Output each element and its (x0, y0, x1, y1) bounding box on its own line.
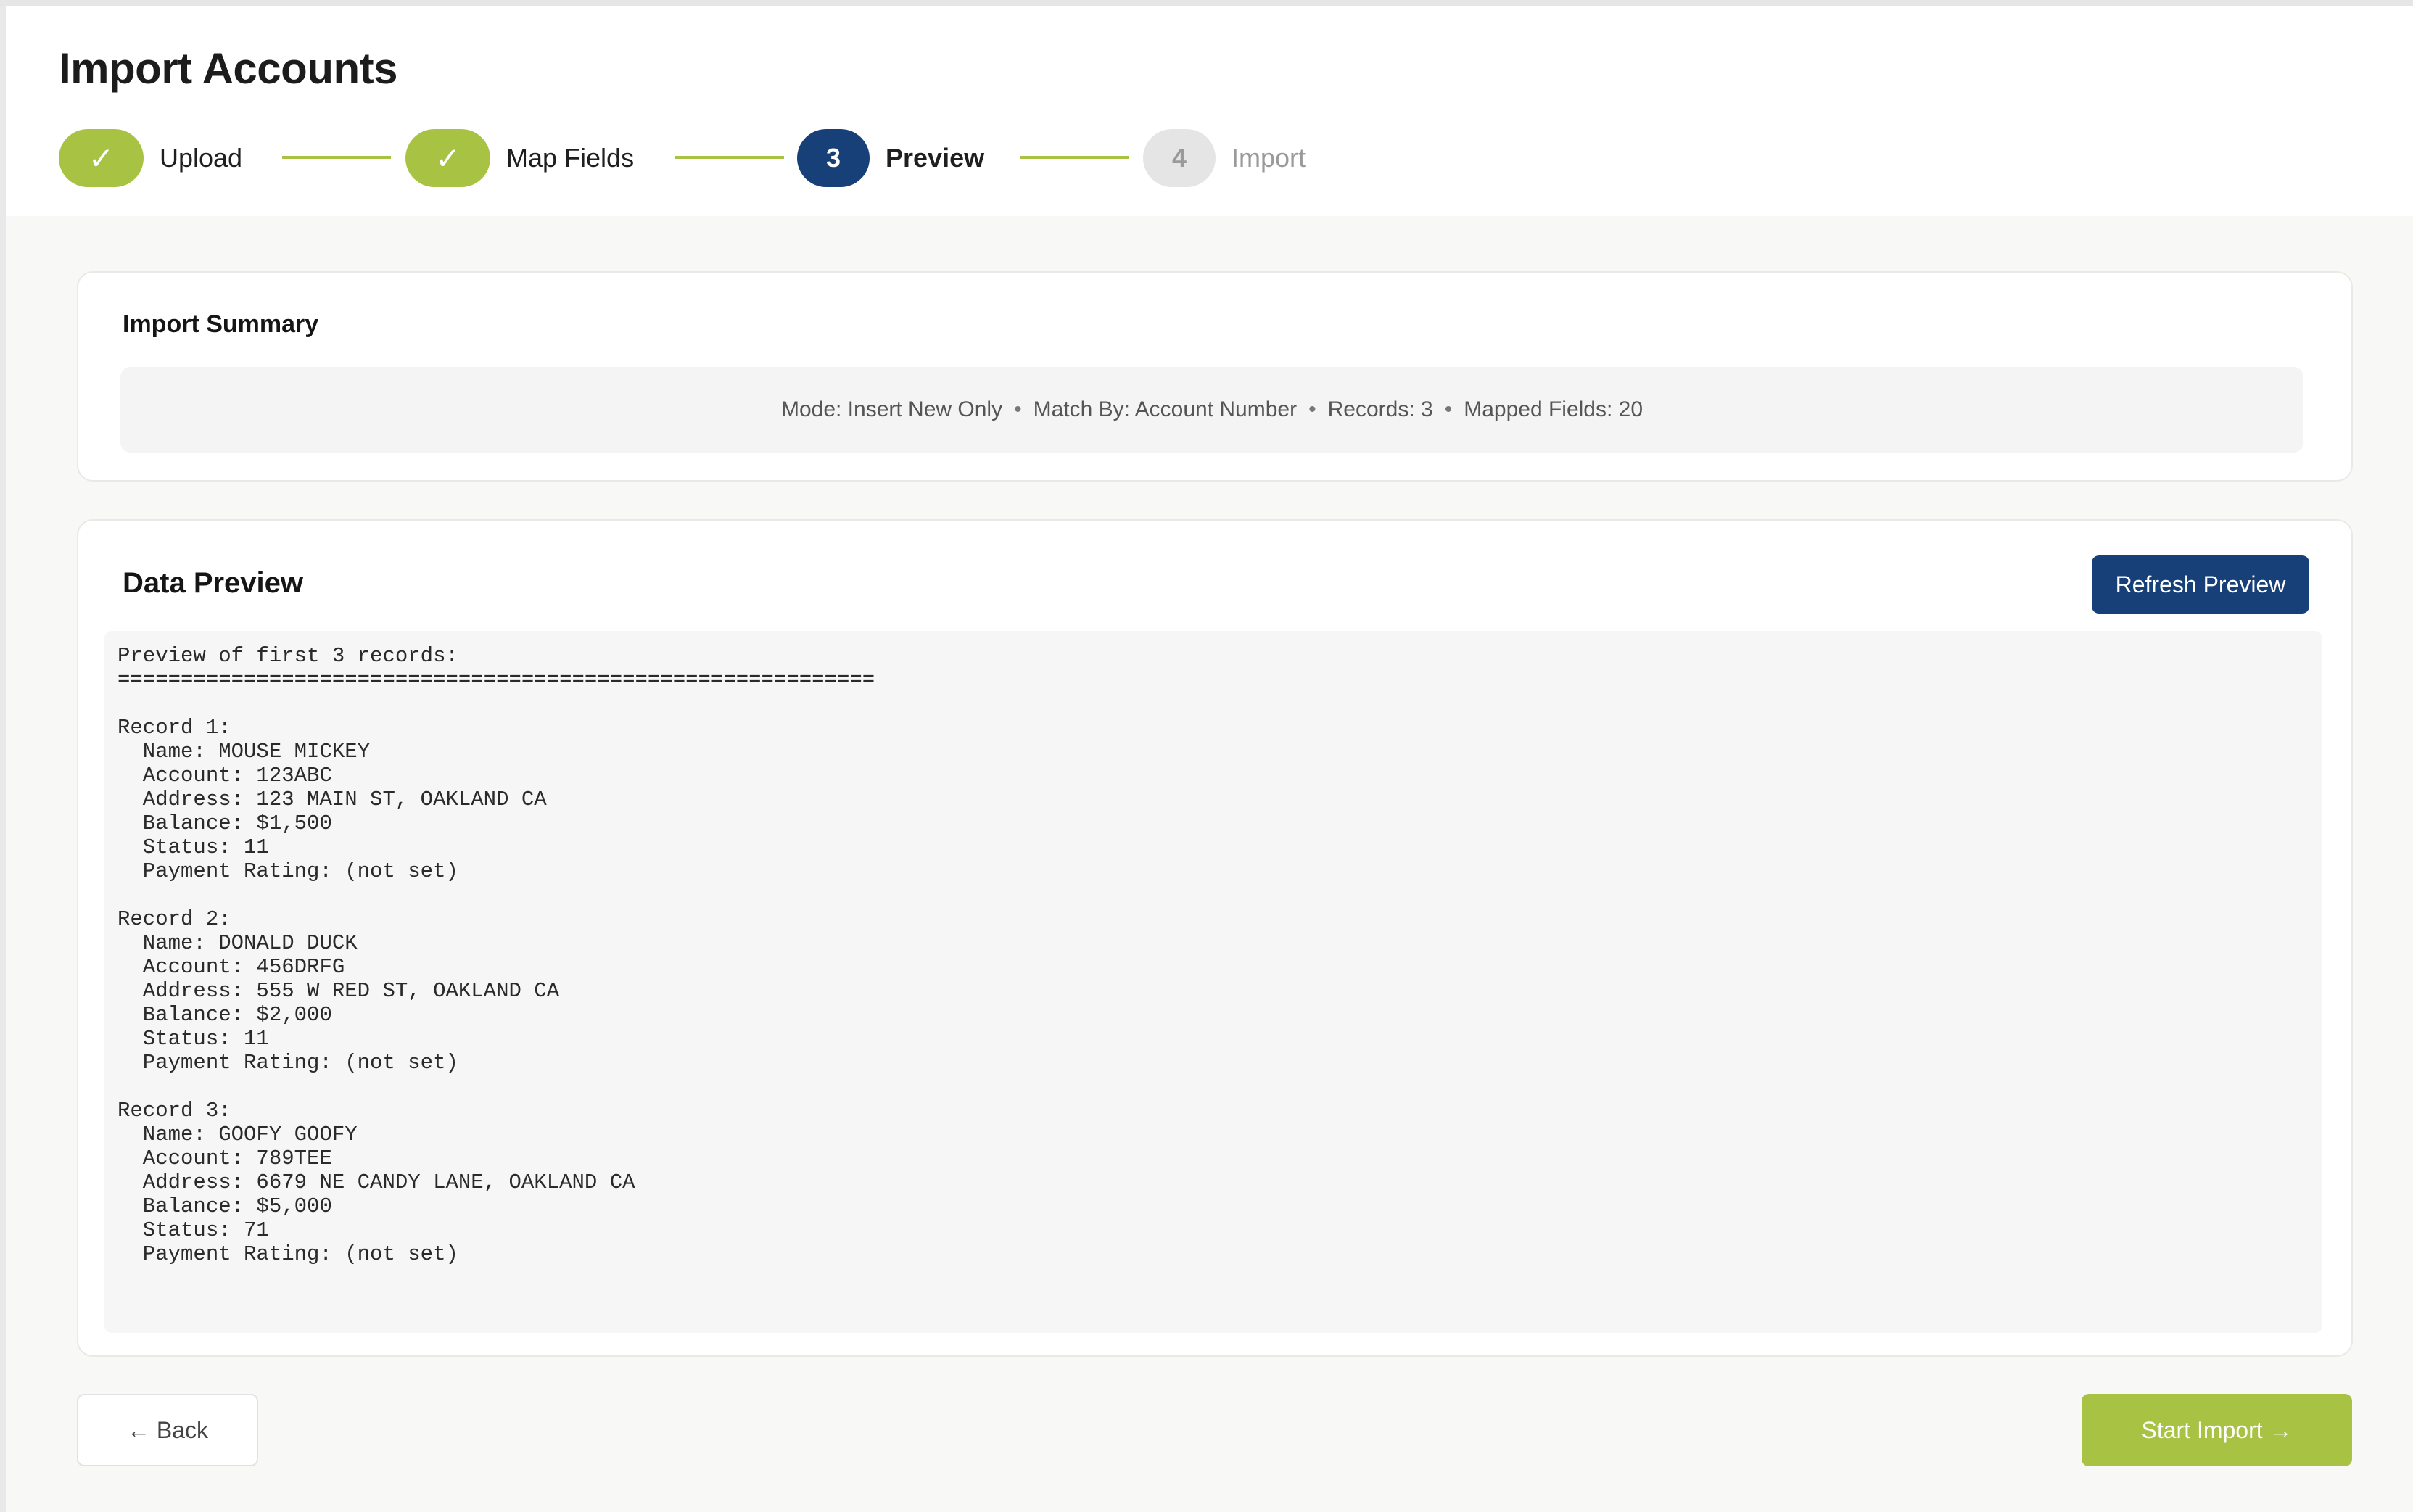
summary-records: Records: 3 (1327, 397, 1433, 421)
step-number: 3 (797, 129, 870, 187)
back-button[interactable]: ← Back (77, 1394, 258, 1466)
step-import: 4 Import (1143, 129, 1306, 187)
refresh-preview-button[interactable]: Refresh Preview (2092, 555, 2309, 614)
step-connector (675, 156, 784, 159)
preview-title: Data Preview (123, 567, 304, 599)
summary-mapped-fields: Mapped Fields: 20 (1464, 397, 1643, 421)
step-label: Preview (886, 143, 985, 173)
step-label: Map Fields (506, 143, 635, 173)
step-connector (1020, 156, 1129, 159)
summary-strip: Mode: Insert New Only • Match By: Accoun… (120, 367, 2303, 453)
checkmark-icon: ✓ (59, 129, 144, 187)
top-border (0, 0, 2413, 6)
step-number: 4 (1143, 129, 1216, 187)
summary-mode: Mode: Insert New Only (780, 397, 1003, 421)
separator: • (1308, 397, 1316, 421)
left-border (0, 6, 6, 1512)
data-preview-card: Data Preview Refresh Preview Preview of … (77, 519, 2353, 1357)
preview-text: Preview of first 3 records: ============… (104, 631, 2322, 1333)
checkmark-icon: ✓ (405, 129, 490, 187)
import-summary-card: Import Summary Mode: Insert New Only • M… (77, 271, 2353, 482)
start-import-button[interactable]: Start Import → (2082, 1394, 2352, 1466)
page-title: Import Accounts (59, 44, 397, 93)
separator: • (1014, 397, 1022, 421)
separator: • (1444, 397, 1453, 421)
step-connector (282, 156, 391, 159)
page-header: Import Accounts ✓ Upload ✓ Map Fields 3 … (6, 6, 2413, 216)
summary-match-by: Match By: Account Number (1033, 397, 1298, 421)
summary-title: Import Summary (123, 310, 319, 338)
step-label: Upload (160, 143, 243, 173)
step-label: Import (1232, 143, 1306, 173)
step-preview[interactable]: 3 Preview (797, 129, 984, 187)
step-map-fields[interactable]: ✓ Map Fields (405, 129, 634, 187)
step-upload[interactable]: ✓ Upload (59, 129, 242, 187)
